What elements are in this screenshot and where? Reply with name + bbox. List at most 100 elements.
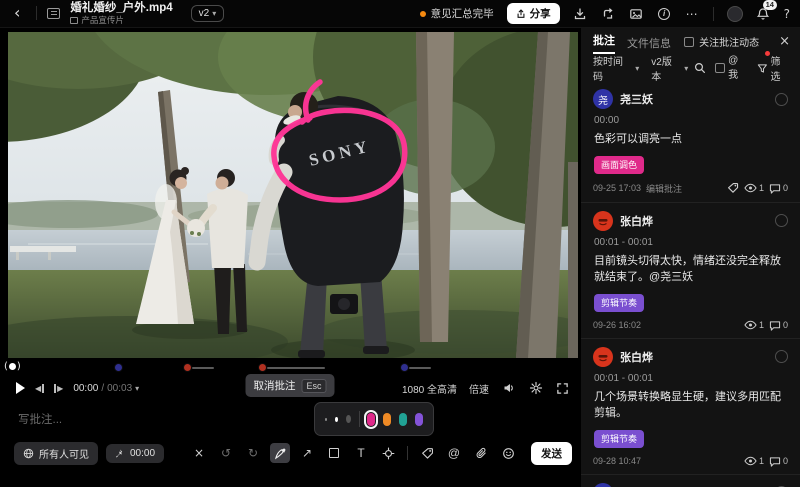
notifications-bell-icon[interactable]: 14	[756, 6, 771, 21]
color-swatch-pink[interactable]	[367, 413, 375, 426]
close-panel-icon[interactable]: ×	[779, 34, 790, 49]
comment-bubble-icon	[769, 320, 781, 331]
video-scene: SONY	[8, 32, 578, 358]
comment-tag[interactable]: 画面调色	[594, 156, 644, 174]
annotation-tag-icon[interactable]	[727, 182, 739, 194]
checkbox-icon	[715, 63, 725, 73]
info-icon[interactable]: i	[657, 6, 672, 21]
replies-count[interactable]: 0	[769, 183, 788, 194]
comment-input[interactable]	[16, 413, 296, 427]
prev-frame-button[interactable]: ◀	[35, 384, 44, 393]
file-list-icon[interactable]	[47, 8, 60, 19]
tab-comments[interactable]: 批注	[593, 30, 615, 54]
review-status[interactable]: 意见汇总完毕	[420, 6, 494, 21]
comment-tag[interactable]: 剪辑节奏	[594, 430, 644, 448]
mention-me-filter[interactable]: @我	[715, 55, 747, 81]
brush-size-small[interactable]	[325, 418, 327, 421]
redo-icon[interactable]: ↻	[243, 443, 263, 463]
comment-list[interactable]: 尧 尧三妖 00:00 色彩可以调亮一点 画面调色 09-25 17:03 编辑…	[581, 81, 800, 487]
quality-button[interactable]: 1080 全高清	[402, 381, 457, 396]
tag-tool[interactable]	[417, 443, 437, 463]
comment-timecode[interactable]: 00:01 - 00:01	[594, 237, 788, 248]
composer-toolbar: 所有人可见 00:00 × ↺ ↻ ↗ T	[0, 438, 580, 468]
filter-button[interactable]: 筛选	[757, 53, 790, 83]
cancel-annotation-button[interactable]: 取消批注 Esc	[245, 374, 334, 397]
chevron-down-icon: ▾	[212, 9, 216, 18]
avatar	[593, 211, 613, 231]
brush-size-large[interactable]	[346, 415, 351, 423]
video-frame[interactable]: SONY	[8, 32, 578, 358]
color-swatch-purple[interactable]	[415, 413, 423, 426]
next-frame-button[interactable]: ▶	[54, 384, 63, 393]
settings-gear-icon[interactable]	[528, 381, 543, 396]
arrow-tool[interactable]: ↗	[297, 443, 317, 463]
comment-edited-label: 编辑批注	[646, 182, 682, 195]
time-display[interactable]: 00:00 / 00:03 ▾	[73, 383, 139, 394]
comment-composer[interactable]	[16, 410, 296, 428]
replies-count[interactable]: 0	[769, 320, 788, 331]
esc-key-hint: Esc	[301, 379, 326, 393]
fullscreen-icon[interactable]	[555, 381, 570, 396]
text-tool[interactable]: T	[351, 443, 371, 463]
search-icon[interactable]	[694, 62, 706, 74]
color-swatch-teal[interactable]	[399, 413, 407, 426]
comment-text: 色彩可以调亮一点	[594, 132, 788, 148]
brush-size-medium[interactable]	[335, 417, 338, 422]
mention-tool[interactable]: @	[444, 443, 464, 463]
visibility-label: 所有人可见	[39, 446, 89, 461]
avatar: 尧	[593, 89, 613, 109]
more-icon[interactable]: ⋯	[685, 6, 700, 21]
playhead[interactable]: ()	[4, 361, 21, 372]
rectangle-tool[interactable]	[324, 443, 344, 463]
volume-icon[interactable]	[501, 381, 516, 396]
user-avatar[interactable]	[727, 6, 743, 22]
brush-palette	[314, 402, 434, 436]
comment-date: 09-25 17:03	[593, 183, 641, 193]
timeline-comment-marker[interactable]	[114, 363, 123, 372]
tab-file-info[interactable]: 文件信息	[627, 33, 671, 51]
comment-author: 尧三妖	[620, 91, 653, 107]
comment-tag[interactable]: 剪辑节奏	[594, 294, 644, 312]
timeline-comment-marker[interactable]	[400, 363, 431, 372]
visibility-button[interactable]: 所有人可见	[14, 442, 98, 465]
emoji-tool[interactable]	[498, 443, 518, 463]
download-icon[interactable]	[573, 6, 588, 21]
comment-timecode[interactable]: 00:00	[594, 115, 788, 126]
undo-icon[interactable]: ↺	[216, 443, 236, 463]
timeline-comment-marker[interactable]	[258, 363, 325, 372]
comment-item: 张白烨 00:01 - 00:01 几个场景转换略显生硬，建议多用匹配剪辑。 剪…	[581, 339, 800, 475]
convert-icon[interactable]	[601, 6, 616, 21]
comment-author: 张白烨	[620, 349, 653, 365]
cover-image-icon[interactable]	[629, 6, 644, 21]
avatar	[593, 347, 613, 367]
version-dropdown[interactable]: v2 ▾	[191, 5, 225, 22]
play-button[interactable]	[16, 382, 25, 394]
resolve-circle[interactable]	[775, 93, 788, 106]
pen-tool[interactable]	[270, 443, 290, 463]
attachment-tool[interactable]	[471, 443, 491, 463]
help-icon[interactable]: ?	[784, 7, 790, 21]
resolve-circle[interactable]	[775, 350, 788, 363]
views-count[interactable]: 1	[744, 183, 764, 193]
back-icon[interactable]: ‹	[8, 5, 26, 21]
divider	[36, 6, 37, 20]
replies-count[interactable]: 0	[769, 456, 788, 467]
version-filter-dropdown[interactable]: v2版本▾	[651, 53, 688, 83]
comment-timecode[interactable]: 00:01 - 00:01	[594, 373, 788, 384]
resolve-circle[interactable]	[775, 214, 788, 227]
close-annotation-icon[interactable]: ×	[189, 443, 209, 463]
sort-dropdown[interactable]: 按时间码▾	[593, 53, 639, 83]
speed-button[interactable]: 倍速	[469, 381, 489, 396]
views-count[interactable]: 1	[744, 320, 764, 330]
project-icon	[70, 17, 78, 24]
pin-timecode-button[interactable]: 00:00	[106, 444, 164, 463]
blur-tool[interactable]	[378, 443, 398, 463]
color-swatch-orange[interactable]	[383, 413, 391, 426]
share-button[interactable]: 分享	[507, 3, 560, 24]
status-text: 意见汇总完毕	[431, 6, 494, 21]
views-count[interactable]: 1	[744, 456, 764, 466]
divider	[359, 411, 360, 427]
follow-toggle[interactable]: 关注批注动态	[684, 34, 759, 49]
timeline-comment-marker[interactable]	[183, 363, 214, 372]
send-button[interactable]: 发送	[531, 442, 572, 465]
